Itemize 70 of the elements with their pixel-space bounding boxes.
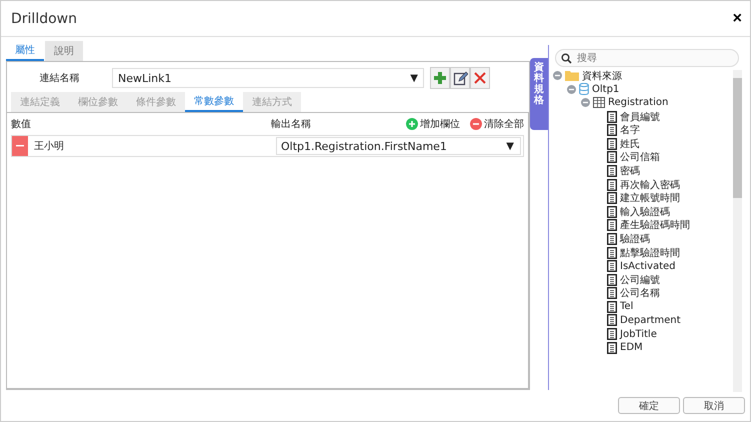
scrollbar[interactable] xyxy=(733,70,742,392)
value-field[interactable]: 王小明 xyxy=(28,139,276,153)
edit-button[interactable] xyxy=(450,67,470,89)
window-title: Drilldown xyxy=(11,10,77,26)
field-icon xyxy=(607,246,617,259)
tree-item[interactable]: EDM xyxy=(620,342,643,354)
link-name-label: 連結名稱 xyxy=(38,72,80,85)
folder-icon xyxy=(565,70,579,82)
close-icon xyxy=(473,71,487,85)
output-name-dropdown[interactable]: Oltp1.Registration.FirstName1 ▼ xyxy=(276,137,521,155)
tree-item[interactable]: 會員編號 xyxy=(620,110,660,124)
remove-row-button[interactable] xyxy=(12,136,28,156)
tree-item[interactable]: 產生驗證碼時間 xyxy=(620,218,690,232)
tree-item[interactable]: 名字 xyxy=(620,123,640,138)
tree-item[interactable]: 姓氏 xyxy=(620,136,640,151)
tree-item[interactable]: 建立帳號時間 xyxy=(620,191,680,206)
add-field-button[interactable]: 增加欄位 xyxy=(406,117,460,131)
side-tab[interactable]: 資料規格 xyxy=(530,58,548,130)
tree-item[interactable]: Department xyxy=(620,314,681,326)
collapse-icon[interactable] xyxy=(553,71,562,80)
dialog-button[interactable]: 取消 xyxy=(683,397,745,414)
collapse-icon[interactable] xyxy=(581,98,590,108)
field-icon xyxy=(607,138,617,150)
field-icon xyxy=(607,300,617,313)
field-icon xyxy=(607,232,617,245)
tree-item[interactable]: Oltp1 xyxy=(592,84,620,95)
field-icon xyxy=(607,124,617,136)
tree-item[interactable]: JobTitle xyxy=(620,328,657,340)
tree-item[interactable]: 再次輸入密碼 xyxy=(620,178,680,192)
tree-item[interactable]: 密碼 xyxy=(620,164,640,178)
field-icon xyxy=(607,328,617,340)
tree-item[interactable]: 公司名稱 xyxy=(620,286,660,300)
collapse-icon[interactable] xyxy=(567,84,576,94)
tree-item[interactable]: 驗證碼 xyxy=(620,232,650,246)
plus-icon xyxy=(433,71,447,85)
field-icon xyxy=(607,287,617,300)
delete-button[interactable] xyxy=(470,67,490,89)
field-icon xyxy=(607,314,617,326)
field-icon xyxy=(607,260,617,272)
minus-icon xyxy=(16,145,24,147)
tree-item[interactable]: IsActivated xyxy=(620,260,676,272)
tree-item[interactable]: 輸入驗證碼 xyxy=(620,204,670,219)
tab[interactable]: 常數參數 xyxy=(185,92,243,112)
field-icon xyxy=(607,192,617,204)
close-button[interactable]: × xyxy=(732,10,742,28)
clear-all-button[interactable]: 清除全部 xyxy=(470,117,524,131)
tree-item[interactable]: Tel xyxy=(620,301,634,312)
plus-icon xyxy=(407,119,417,129)
field-icon xyxy=(607,164,617,177)
tree-item[interactable]: 點擊驗證時間 xyxy=(620,246,680,260)
column-header: 輸出名稱 xyxy=(271,118,312,131)
link-name-dropdown[interactable]: NewLink1 ▼ xyxy=(112,68,424,88)
tree-item[interactable]: 資料來源 xyxy=(582,68,622,83)
tree-item[interactable]: 公司編號 xyxy=(620,272,660,287)
edit-icon xyxy=(452,70,468,86)
tab[interactable]: 說明 xyxy=(45,41,83,61)
field-icon xyxy=(607,178,617,191)
field-icon xyxy=(607,110,617,123)
field-icon xyxy=(607,206,617,218)
field-icon xyxy=(607,151,617,164)
dialog-button[interactable]: 確定 xyxy=(618,397,680,414)
field-icon xyxy=(607,342,617,354)
table-icon xyxy=(593,97,605,108)
search-field[interactable]: 搜尋 xyxy=(555,49,739,67)
field-icon xyxy=(607,274,617,286)
tree-item[interactable]: 公司信箱 xyxy=(620,150,660,164)
field-icon xyxy=(607,219,617,232)
column-header: 數值 xyxy=(11,118,32,131)
tree-item[interactable]: Registration xyxy=(608,97,668,108)
database-icon xyxy=(579,83,589,96)
